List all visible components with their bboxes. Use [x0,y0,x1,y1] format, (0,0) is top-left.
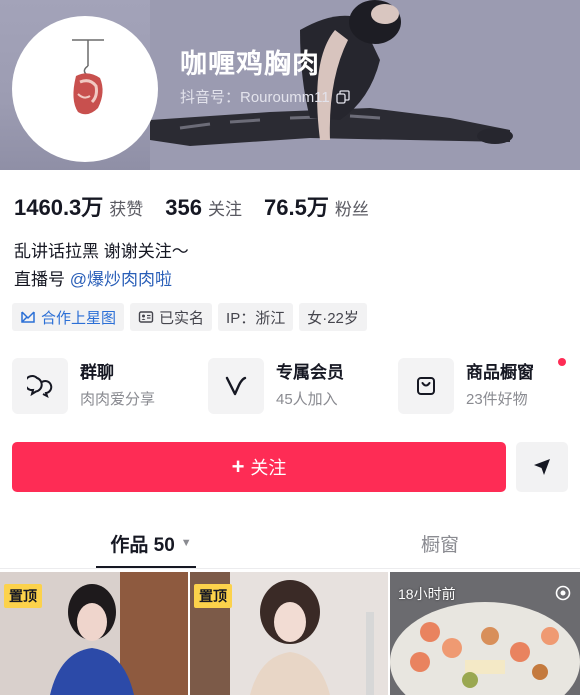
profile-nickname: 咖喱鸡胸肉 [180,49,320,79]
douyin-id-text: 抖音号：Rouroumm11 [180,89,330,106]
star-map-icon [21,311,35,323]
douyin-id[interactable]: 抖音号：Rouroumm11 [180,86,350,107]
tab-showcase[interactable]: 橱窗 [390,520,490,566]
feature-cards: 群聊 肉肉爱分享 专属会员 45人加入 商品橱窗 23件好物 [12,356,568,416]
pinned-badge: 置顶 [4,584,42,608]
share-button[interactable] [516,442,568,492]
group-chat-icon-box [12,358,68,414]
stat-likes-value: 1460.3万 [14,195,104,220]
stat-following-value: 356 [165,195,203,220]
tab-divider [0,568,580,569]
group-chat-card[interactable]: 群聊 肉肉爱分享 [12,356,155,416]
banner-background-image [150,0,580,170]
video-thumbnail[interactable]: 置顶 [190,572,388,695]
membership-subtitle: 45人加入 [276,391,338,408]
group-chat-title: 群聊 [80,363,114,382]
stat-likes-label: 获赞 [109,200,144,219]
membership-title: 专属会员 [276,363,344,382]
id-card-icon [138,311,154,323]
star-map-tag[interactable]: 合作上星图 [12,303,125,331]
send-arrow-icon [534,459,550,475]
verified-label: 已实名 [159,309,205,327]
membership-card[interactable]: 专属会员 45人加入 [208,356,344,416]
follow-label: 关注 [250,458,287,478]
tab-works-label: 作品 50 [110,534,175,556]
bio-live-prefix: 直播号 [14,270,70,289]
content-tabs: 作品 50 ▼ 橱窗 [0,520,580,570]
membership-v-icon [225,376,247,396]
avatar[interactable] [12,16,158,162]
shop-window-card[interactable]: 商品橱窗 23件好物 [398,356,566,416]
plus-icon: + [231,454,245,479]
video-grid: 置顶 置顶 18小时前 [0,572,580,695]
stat-likes[interactable]: 1460.3万 获赞 [14,190,143,222]
shop-title: 商品橱窗 [466,363,534,382]
video-thumbnail[interactable]: 18小时前 [390,572,580,695]
profile-tags: 合作上星图 已实名 IP：浙江 女·22岁 [12,303,367,331]
shop-subtitle: 23件好物 [466,391,528,408]
star-map-label: 合作上星图 [41,309,117,327]
ip-label: IP：浙江 [226,309,286,327]
membership-icon-box [208,358,264,414]
settings-icon[interactable] [554,584,572,602]
stat-following-label: 关注 [208,200,243,219]
group-chat-subtitle: 肉肉爱分享 [80,391,156,408]
bio-line-2: 直播号 @爆炒肉肉啦 [14,266,189,294]
stat-following[interactable]: 356 关注 [165,195,242,221]
follow-button[interactable]: + 关注 [12,442,506,492]
tab-works[interactable]: 作品 50 ▼ [96,520,206,566]
shop-notification-dot [558,358,566,366]
live-account-link[interactable]: @爆炒肉肉啦 [70,270,172,289]
shopping-bag-icon [417,377,435,395]
copy-icon[interactable] [336,89,350,104]
ip-tag: IP：浙江 [218,303,294,331]
bio-line-1: 乱讲话拉黑 谢谢关注～ [14,242,189,261]
caret-down-icon[interactable]: ▼ [181,537,192,549]
tab-showcase-label: 橱窗 [420,534,459,556]
stat-followers-label: 粉丝 [334,200,369,219]
gender-age-tag: 女·22岁 [299,303,367,331]
profile-stats: 1460.3万 获赞 356 关注 76.5万 粉丝 [14,190,391,222]
shop-icon-box [398,358,454,414]
meat-hanger-icon [72,39,104,115]
post-time-label: 18小时前 [398,586,456,602]
gender-age-label: 女·22岁 [307,309,359,327]
profile-bio: 乱讲话拉黑 谢谢关注～ 直播号 @爆炒肉肉啦 [14,238,189,294]
video-thumbnail[interactable]: 置顶 [0,572,188,695]
pinned-badge: 置顶 [194,584,232,608]
verified-tag: 已实名 [130,303,213,331]
stat-followers-value: 76.5万 [264,195,329,220]
group-chat-icon [27,375,53,398]
stat-followers[interactable]: 76.5万 粉丝 [264,190,369,222]
profile-banner: 咖喱鸡胸肉 抖音号：Rouroumm11 [0,0,580,170]
